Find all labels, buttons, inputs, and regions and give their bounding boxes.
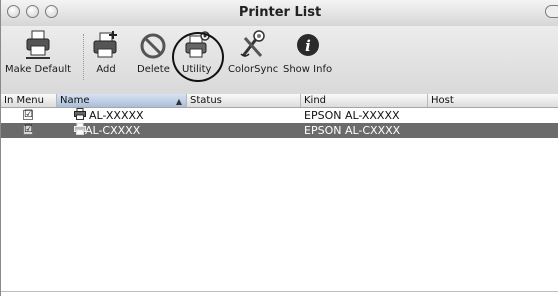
printer-kind: EPSON AL-CXXXX bbox=[304, 124, 401, 137]
add-button[interactable]: Add bbox=[92, 30, 120, 75]
delete-button[interactable]: Delete bbox=[137, 30, 170, 75]
utility-icon bbox=[185, 31, 210, 58]
show-info-button[interactable]: i Show Info bbox=[283, 30, 332, 75]
printer-name: AL-XXXXX bbox=[89, 109, 144, 122]
toolbar-toggle-button[interactable] bbox=[545, 5, 558, 18]
svg-text:i: i bbox=[305, 37, 311, 55]
colorsync-icon bbox=[240, 30, 265, 57]
colorsync-button[interactable]: ColorSync bbox=[228, 30, 278, 75]
show-info-label: Show Info bbox=[283, 64, 333, 75]
table-row[interactable]: ☑ AL-XXXXX EPSON AL-XXXXX bbox=[1, 108, 558, 123]
column-header-in-menu[interactable]: In Menu bbox=[1, 94, 57, 107]
delete-icon bbox=[140, 33, 166, 59]
add-printer-icon bbox=[93, 31, 117, 58]
column-header-name-label: Name bbox=[60, 95, 90, 106]
printer-name: AL-CXXXX bbox=[85, 124, 141, 137]
title-bar[interactable]: Printer List bbox=[1, 0, 558, 27]
make-default-icon bbox=[26, 30, 51, 59]
printer-kind: EPSON AL-XXXXX bbox=[304, 109, 400, 122]
printer-list-window: Printer List Make Default Add Delete Uti… bbox=[0, 0, 558, 296]
column-header-kind[interactable]: Kind bbox=[301, 94, 428, 107]
add-label: Add bbox=[96, 64, 116, 75]
in-menu-checkbox[interactable]: ☑ bbox=[23, 110, 33, 120]
table-bottom-border bbox=[1, 291, 558, 292]
in-menu-checkbox[interactable]: ☑ bbox=[23, 125, 33, 135]
column-header-status[interactable]: Status bbox=[187, 94, 301, 107]
window-title: Printer List bbox=[238, 5, 322, 20]
table-row-selected[interactable]: ☑ AL-CXXXX EPSON AL-CXXXX bbox=[1, 123, 558, 138]
make-default-label: Make Default bbox=[5, 64, 72, 75]
make-default-button[interactable]: Make Default bbox=[5, 30, 71, 75]
delete-label: Delete bbox=[137, 64, 170, 75]
info-icon: i bbox=[296, 34, 319, 56]
column-header-host[interactable]: Host bbox=[428, 94, 558, 107]
column-header-name[interactable]: Name ▲ bbox=[57, 94, 187, 107]
printer-icon bbox=[74, 108, 86, 123]
utility-button[interactable]: Utility bbox=[182, 30, 211, 75]
toolbar: Make Default Add Delete Utility ColorSyn… bbox=[1, 26, 558, 95]
colorsync-label: ColorSync bbox=[228, 64, 279, 75]
toolbar-separator bbox=[83, 34, 84, 80]
table-header: In Menu Name ▲ Status Kind Host bbox=[1, 94, 558, 108]
utility-label: Utility bbox=[182, 64, 212, 75]
printer-table: In Menu Name ▲ Status Kind Host ☑ AL-XXX… bbox=[1, 94, 558, 296]
sort-ascending-icon: ▲ bbox=[175, 97, 182, 106]
